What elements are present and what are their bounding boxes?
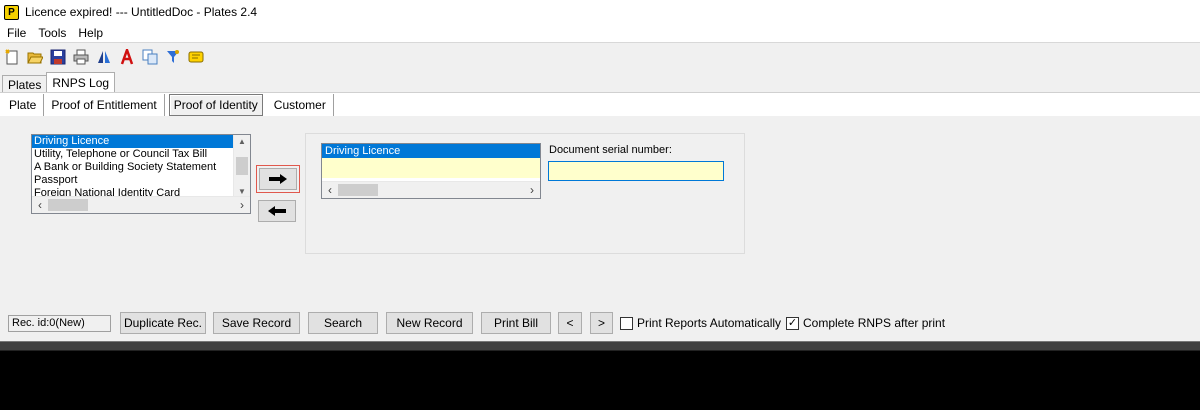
arrow-left-icon bbox=[268, 206, 286, 216]
list-item[interactable]: A Bank or Building Society Statement bbox=[32, 161, 250, 174]
selected-documents-list[interactable]: Driving Licence ‹ › bbox=[321, 143, 541, 199]
complete-rnps-checkbox[interactable]: ✓ Complete RNPS after print bbox=[786, 316, 945, 330]
tab-proof-of-identity[interactable]: Proof of Identity bbox=[168, 93, 263, 116]
horizontal-scrollbar[interactable]: ‹ › bbox=[32, 196, 250, 213]
serial-number-input[interactable] bbox=[548, 161, 724, 181]
add-document-button[interactable] bbox=[256, 165, 300, 193]
menu-file[interactable]: File bbox=[2, 26, 31, 40]
window-title: Licence expired! --- UntitledDoc - Plate… bbox=[25, 5, 258, 19]
list-item[interactable]: Utility, Telephone or Council Tax Bill bbox=[32, 148, 250, 161]
open-folder-icon[interactable] bbox=[26, 48, 44, 66]
checkmark-icon[interactable]: ✓ bbox=[786, 316, 799, 330]
previous-record-button[interactable]: < bbox=[558, 312, 582, 334]
scroll-thumb[interactable] bbox=[48, 199, 88, 211]
new-icon[interactable] bbox=[3, 48, 21, 66]
horizontal-scrollbar[interactable]: ‹ › bbox=[322, 181, 540, 198]
toolbar bbox=[0, 44, 1200, 70]
save-record-button[interactable]: Save Record bbox=[213, 312, 300, 334]
complete-rnps-label: Complete RNPS after print bbox=[803, 316, 946, 330]
splitter[interactable] bbox=[0, 341, 1200, 351]
log-output-area bbox=[0, 351, 1200, 410]
list-item[interactable]: Passport bbox=[32, 174, 250, 187]
print-icon[interactable] bbox=[72, 48, 90, 66]
scroll-right-icon[interactable]: › bbox=[524, 183, 540, 197]
tab-rnps-log[interactable]: RNPS Log bbox=[46, 72, 116, 93]
tab-proof-of-entitlement[interactable]: Proof of Entitlement bbox=[44, 93, 165, 116]
duplicate-record-button[interactable]: Duplicate Rec. bbox=[120, 312, 206, 334]
main-tab-strip: Plates RNPS Log bbox=[2, 71, 116, 93]
action-bar: Rec. id:0(New) Duplicate Rec. Save Recor… bbox=[0, 311, 1200, 335]
menu-bar: File Tools Help bbox=[0, 24, 1200, 43]
copy-icon[interactable] bbox=[141, 48, 159, 66]
font-icon[interactable] bbox=[118, 48, 136, 66]
scroll-thumb[interactable] bbox=[338, 184, 378, 196]
list-item[interactable]: Driving Licence bbox=[322, 144, 540, 158]
tab-customer[interactable]: Customer bbox=[267, 93, 334, 116]
title-bar: P Licence expired! --- UntitledDoc - Pla… bbox=[0, 0, 1200, 24]
print-reports-label: Print Reports Automatically bbox=[637, 316, 782, 330]
vertical-scrollbar[interactable]: ▲ ▼ bbox=[233, 135, 250, 198]
message-icon[interactable] bbox=[187, 48, 205, 66]
app-logo-icon: P bbox=[4, 4, 19, 20]
search-button[interactable]: Search bbox=[308, 312, 378, 334]
compare-icon[interactable] bbox=[95, 48, 113, 66]
tab-plates[interactable]: Plates bbox=[2, 75, 48, 93]
filter-icon[interactable] bbox=[164, 48, 182, 66]
checkbox-unchecked[interactable] bbox=[620, 316, 633, 330]
scroll-left-icon[interactable]: ‹ bbox=[32, 198, 48, 212]
scroll-thumb[interactable] bbox=[236, 157, 248, 175]
record-id-display: Rec. id:0(New) bbox=[8, 314, 111, 332]
print-reports-checkbox[interactable]: Print Reports Automatically bbox=[620, 316, 781, 330]
arrow-right-icon bbox=[269, 174, 287, 184]
available-documents-list[interactable]: Driving Licence Utility, Telephone or Co… bbox=[31, 134, 251, 214]
save-icon[interactable] bbox=[49, 48, 67, 66]
menu-help[interactable]: Help bbox=[73, 26, 108, 40]
remove-document-button[interactable] bbox=[258, 200, 296, 222]
print-bill-button[interactable]: Print Bill bbox=[481, 312, 551, 334]
scroll-left-icon[interactable]: ‹ bbox=[322, 183, 338, 197]
menu-tools[interactable]: Tools bbox=[33, 26, 71, 40]
next-record-button[interactable]: > bbox=[590, 312, 613, 334]
sub-tab-strip: Plate Proof of Entitlement Proof of Iden… bbox=[0, 92, 1200, 116]
scroll-right-icon[interactable]: › bbox=[234, 198, 250, 212]
selected-documents-group: Driving Licence ‹ › Document serial numb… bbox=[305, 133, 745, 254]
serial-number-label: Document serial number: bbox=[549, 144, 672, 156]
new-record-button[interactable]: New Record bbox=[386, 312, 473, 334]
list-item[interactable]: Driving Licence bbox=[32, 135, 250, 148]
tab-plate[interactable]: Plate bbox=[2, 93, 45, 116]
proof-of-identity-panel: Driving Licence Utility, Telephone or Co… bbox=[0, 116, 1200, 341]
scroll-up-icon[interactable]: ▲ bbox=[234, 135, 250, 148]
